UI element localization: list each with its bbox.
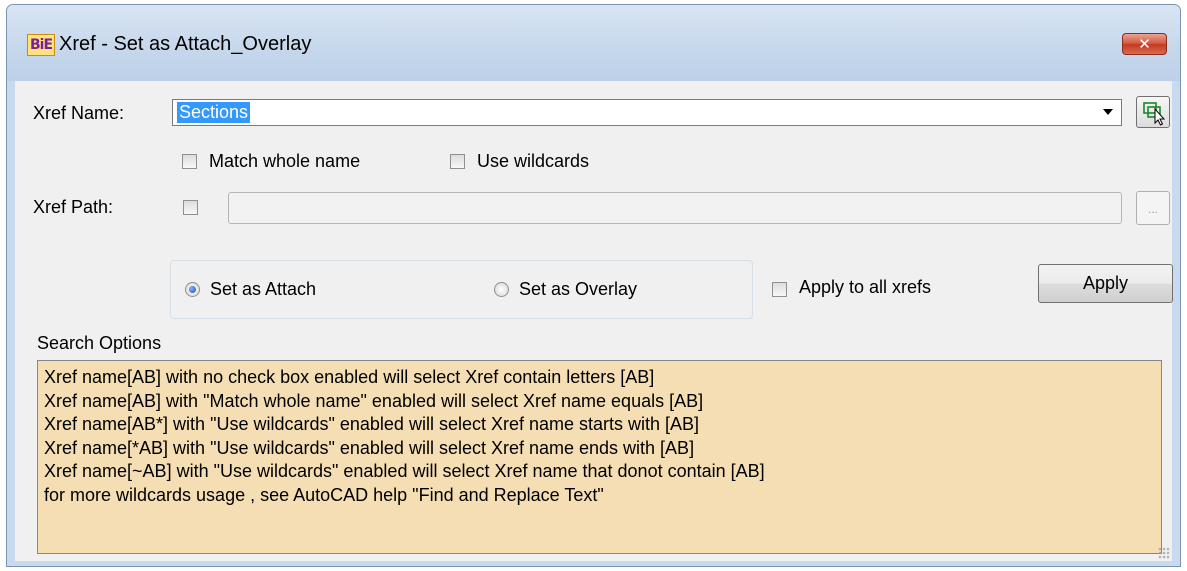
search-options-heading: Search Options [37, 333, 162, 353]
browse-path-button[interactable]: ... [1136, 191, 1170, 225]
xref-name-combobox[interactable]: Sections [172, 99, 1122, 126]
dialog-body: Xref Name: Sections Match whole name Use… [15, 81, 1173, 561]
pick-object-icon [1143, 102, 1166, 126]
resize-grip[interactable] [1158, 547, 1170, 559]
search-option-line: for more wildcards usage , see AutoCAD h… [44, 484, 604, 505]
match-whole-name-checkbox[interactable] [182, 154, 197, 169]
chevron-down-icon[interactable] [1103, 109, 1113, 115]
search-option-line: Xref name[AB*] with "Use wildcards" enab… [44, 414, 700, 434]
window-title: Xref - Set as Attach_Overlay [59, 33, 312, 55]
app-icon: BiE [27, 34, 55, 56]
search-option-line: Xref name[AB] with no check box enabled … [44, 367, 655, 387]
xref-path-checkbox[interactable] [183, 200, 198, 215]
close-icon: ✕ [1138, 35, 1151, 53]
apply-button[interactable]: Apply [1038, 264, 1173, 303]
search-option-line: Xref name[AB] with "Match whole name" en… [44, 390, 704, 411]
apply-to-all-label[interactable]: Apply to all xrefs [799, 277, 931, 298]
use-wildcards-checkbox[interactable] [450, 154, 465, 169]
set-as-overlay-radio[interactable] [494, 282, 509, 297]
xref-name-label: Xref Name: [33, 103, 125, 123]
apply-to-all-checkbox[interactable] [772, 282, 787, 297]
xref-path-input[interactable] [228, 192, 1122, 224]
match-whole-name-label[interactable]: Match whole name [209, 151, 360, 172]
set-as-overlay-label[interactable]: Set as Overlay [519, 279, 637, 300]
set-as-attach-radio[interactable] [185, 282, 200, 297]
xref-path-label: Xref Path: [33, 197, 114, 217]
title-bar[interactable]: BiE Xref - Set as Attach_Overlay ✕ [7, 5, 1180, 81]
search-option-line: Xref name[~AB] with "Use wildcards" enab… [44, 461, 765, 481]
set-as-attach-label[interactable]: Set as Attach [210, 279, 316, 300]
pick-xref-button[interactable] [1136, 96, 1170, 128]
search-option-line: Xref name[*AB] with "Use wildcards" enab… [44, 437, 695, 458]
xref-name-value[interactable]: Sections [177, 102, 251, 123]
use-wildcards-label[interactable]: Use wildcards [477, 151, 589, 172]
close-button[interactable]: ✕ [1122, 33, 1167, 55]
dialog-window: BiE Xref - Set as Attach_Overlay ✕ Xref … [6, 4, 1181, 567]
search-options-textbox[interactable]: Xref name[AB] with no check box enabled … [37, 360, 1162, 554]
